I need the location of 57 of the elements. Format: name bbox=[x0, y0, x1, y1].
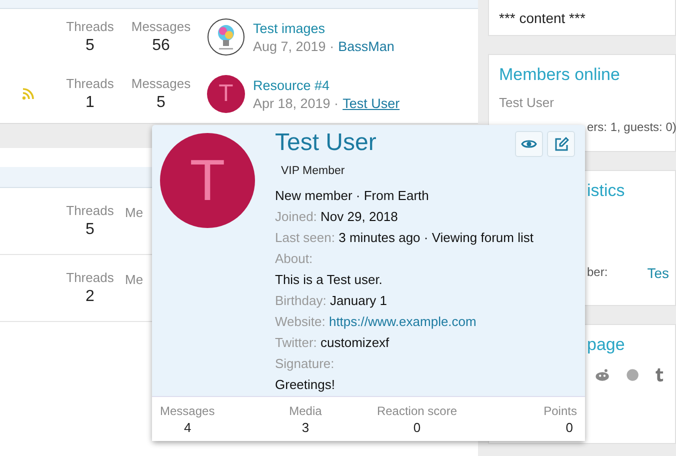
stat-value: 5 bbox=[86, 37, 94, 55]
stat-label: Messages bbox=[131, 19, 191, 34]
profile-line: Birthday: January 1 bbox=[275, 292, 388, 310]
user-name[interactable]: Test User bbox=[275, 129, 376, 157]
user-title-label: VIP Member bbox=[280, 164, 346, 179]
members-online-title: Members online bbox=[499, 65, 620, 85]
stat-value: 3 bbox=[302, 420, 310, 434]
stat-label: Media bbox=[289, 404, 322, 418]
user-blurb: New member · From Earth bbox=[275, 187, 430, 205]
stat-value: 4 bbox=[183, 420, 192, 434]
profile-label: Signature: bbox=[275, 355, 336, 373]
stat-value: 1 bbox=[86, 94, 94, 112]
thread-title-link[interactable]: Resource #4 bbox=[253, 78, 400, 92]
reddit-icon[interactable] bbox=[595, 366, 610, 384]
edit-icon bbox=[554, 136, 568, 152]
profile-value: This is a Test user. bbox=[275, 271, 384, 289]
profile-label: About: bbox=[275, 250, 314, 268]
stat-value: 0 bbox=[413, 420, 421, 434]
stat-label: Threads bbox=[66, 19, 114, 34]
thread-title-link[interactable]: Test images bbox=[253, 20, 394, 36]
stat-label: Threads bbox=[66, 270, 114, 285]
user-avatar[interactable]: T bbox=[160, 133, 255, 228]
stat-label: Me bbox=[125, 272, 144, 287]
stat-label: Threads bbox=[66, 203, 114, 218]
profile-line: Twitter: customizexf bbox=[275, 334, 390, 352]
online-totals: ers: 1, guests: 0) bbox=[587, 120, 676, 134]
profile-line: Last seen: 3 minutes ago · Viewing forum list bbox=[275, 229, 534, 247]
user-link[interactable]: Test User bbox=[342, 96, 400, 110]
edit-button[interactable] bbox=[547, 131, 575, 157]
post-date: Apr 18, 2019 · bbox=[253, 96, 339, 110]
share-title: page bbox=[586, 335, 625, 355]
stat-value: 0 bbox=[566, 420, 574, 434]
view-button[interactable] bbox=[515, 131, 543, 157]
stat-label: Reaction score bbox=[376, 404, 457, 418]
stat-label: Threads bbox=[66, 76, 114, 91]
content-text: *** content *** bbox=[499, 10, 586, 26]
stat-label: Messages bbox=[131, 76, 191, 91]
stat-value: 56 bbox=[152, 37, 170, 55]
stat-value: 2 bbox=[86, 288, 94, 306]
stat-label: Messages bbox=[160, 404, 215, 418]
profile-line: Website: https://www.example.com bbox=[275, 313, 478, 331]
user-avatar[interactable]: T bbox=[207, 75, 245, 113]
stat-value: 5 bbox=[86, 221, 94, 239]
profile-value: Greetings! bbox=[275, 376, 336, 394]
profile-line: Joined: Nov 29, 2018 bbox=[275, 208, 399, 226]
stat-value: 5 bbox=[156, 94, 166, 112]
stat-label: Points bbox=[544, 404, 577, 418]
website-link[interactable]: https://www.example.com bbox=[328, 314, 476, 329]
eye-icon bbox=[521, 138, 537, 150]
user-link[interactable]: BassMan bbox=[338, 38, 394, 54]
statistics-title: istics bbox=[586, 181, 625, 201]
stat-value[interactable]: Tes bbox=[647, 265, 669, 281]
share-icon[interactable] bbox=[626, 366, 639, 384]
stat-label: ber: bbox=[587, 265, 608, 281]
member-name[interactable]: Test User bbox=[499, 95, 665, 110]
stat-label: Me bbox=[125, 205, 144, 220]
post-date: Aug 7, 2019 · bbox=[253, 38, 334, 54]
